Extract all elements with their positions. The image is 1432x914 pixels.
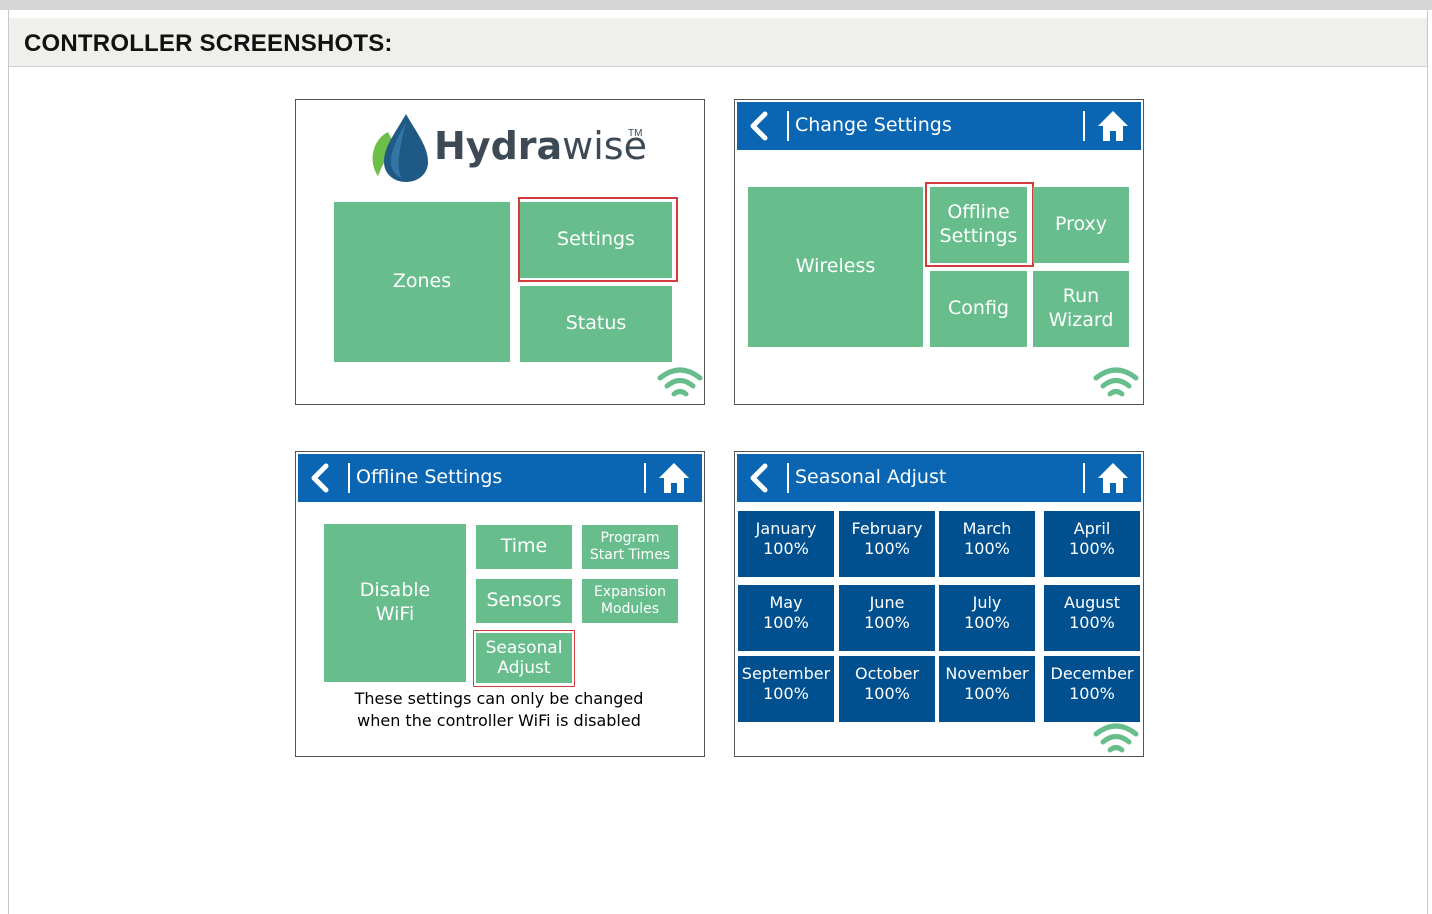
home-icon[interactable] (656, 460, 692, 496)
month-value: 100% (864, 684, 910, 703)
month-tile-september[interactable]: September 100% (738, 656, 834, 722)
time-tile[interactable]: Time (476, 525, 572, 569)
month-value: 100% (763, 684, 809, 703)
run-wizard-tile[interactable]: Run Wizard (1033, 271, 1129, 347)
home-screen: Hydrawise TM Zones Settings Status (295, 99, 705, 405)
month-name: August (1064, 593, 1120, 612)
month-value: 100% (763, 539, 809, 558)
month-value: 100% (864, 613, 910, 632)
month-value: 100% (763, 613, 809, 632)
change-settings-screen: Change Settings Wireless Offline Setting… (734, 99, 1144, 405)
month-tile-october[interactable]: October 100% (839, 656, 935, 722)
month-tile-march[interactable]: March 100% (939, 511, 1035, 577)
hydrawise-logo: Hydrawise TM (366, 110, 656, 182)
hydrawise-leaf-drop-icon (372, 114, 428, 182)
wifi-icon (1093, 723, 1139, 753)
title-bar: Change Settings (737, 102, 1141, 150)
month-tile-august[interactable]: August 100% (1044, 585, 1140, 651)
config-tile[interactable]: Config (930, 271, 1027, 347)
offline-note-line-2: when the controller WiFi is disabled (357, 711, 641, 731)
month-name: June (869, 593, 905, 612)
offline-note: These settings can only be changed when … (296, 688, 702, 733)
title-separator (787, 111, 789, 141)
month-name: May (769, 593, 803, 612)
title-bar: Offline Settings (298, 454, 702, 502)
sensors-tile[interactable]: Sensors (476, 579, 572, 623)
program-start-times-tile[interactable]: Program Start Times (582, 525, 678, 569)
section-header: CONTROLLER SCREENSHOTS: (9, 18, 1427, 67)
home-separator (644, 463, 646, 493)
month-value: 100% (1069, 539, 1115, 558)
title-separator (787, 463, 789, 493)
month-tile-january[interactable]: January 100% (738, 511, 834, 577)
offline-settings-screen: Offline Settings Disable WiFi Time Senso… (295, 451, 705, 757)
home-separator (1083, 463, 1085, 493)
back-chevron-icon[interactable] (304, 462, 336, 494)
title-separator (348, 463, 350, 493)
month-value: 100% (1069, 613, 1115, 632)
month-name: November (945, 664, 1029, 683)
top-gray-bar (0, 0, 1432, 10)
back-chevron-icon[interactable] (743, 110, 775, 142)
month-value: 100% (1069, 684, 1115, 703)
section-title: CONTROLLER SCREENSHOTS: (24, 30, 393, 57)
wifi-icon (657, 367, 703, 397)
month-tile-july[interactable]: July 100% (939, 585, 1035, 651)
month-name: July (972, 593, 1002, 612)
settings-tile[interactable]: Settings (520, 202, 672, 278)
home-icon[interactable] (1095, 460, 1131, 496)
month-name: February (851, 519, 923, 538)
home-separator (1083, 111, 1085, 141)
month-name: December (1050, 664, 1134, 683)
month-tile-february[interactable]: February 100% (839, 511, 935, 577)
expansion-modules-tile[interactable]: Expansion Modules (582, 579, 678, 623)
month-tile-november[interactable]: November 100% (939, 656, 1035, 722)
month-name: September (741, 664, 831, 683)
month-name: April (1073, 519, 1111, 538)
month-name: January (755, 519, 817, 538)
month-name: March (962, 519, 1012, 538)
title-bar: Seasonal Adjust (737, 454, 1141, 502)
proxy-tile[interactable]: Proxy (1033, 187, 1129, 263)
controller-screenshots-section: CONTROLLER SCREENSHOTS: (8, 10, 1428, 914)
disable-wifi-tile[interactable]: Disable WiFi (324, 524, 466, 682)
screen-title: Seasonal Adjust (795, 466, 947, 488)
wifi-icon (1093, 367, 1139, 397)
month-value: 100% (864, 539, 910, 558)
offline-note-line-1: These settings can only be changed (354, 689, 644, 708)
seasonal-adjust-tile[interactable]: Seasonal Adjust (476, 633, 572, 683)
screen-title: Change Settings (795, 114, 952, 136)
screen-title: Offline Settings (356, 466, 503, 488)
month-value: 100% (964, 539, 1010, 558)
month-value: 100% (964, 613, 1010, 632)
month-tile-december[interactable]: December 100% (1044, 656, 1140, 722)
back-chevron-icon[interactable] (743, 462, 775, 494)
seasonal-adjust-screen: Seasonal Adjust January 100% February 10… (734, 451, 1144, 757)
wireless-tile[interactable]: Wireless (748, 187, 923, 347)
month-tile-april[interactable]: April 100% (1044, 511, 1140, 577)
hydrawise-wordmark: Hydrawise (434, 124, 647, 168)
month-tile-june[interactable]: June 100% (839, 585, 935, 651)
status-tile[interactable]: Status (520, 286, 672, 362)
trademark-mark: TM (628, 128, 643, 139)
offline-settings-tile[interactable]: Offline Settings (930, 187, 1027, 263)
home-icon[interactable] (1095, 108, 1131, 144)
month-value: 100% (964, 684, 1010, 703)
month-tile-may[interactable]: May 100% (738, 585, 834, 651)
zones-tile[interactable]: Zones (334, 202, 510, 362)
month-name: October (854, 664, 920, 683)
